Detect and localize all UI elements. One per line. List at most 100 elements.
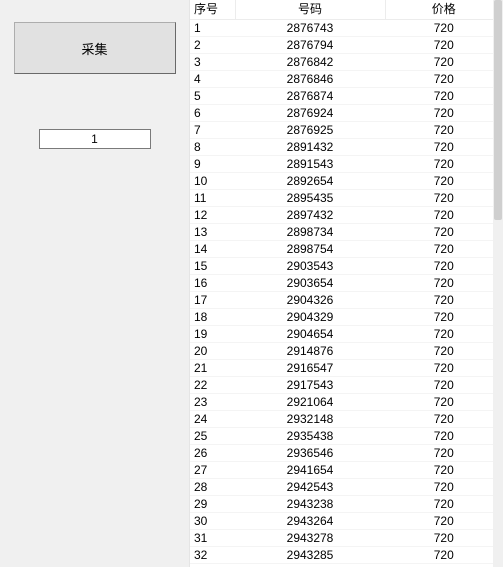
cell-price: 720 <box>385 326 503 343</box>
cell-number: 2895435 <box>235 190 385 207</box>
cell-number: 2946540 <box>235 564 385 567</box>
cell-number: 2892654 <box>235 173 385 190</box>
cell-price: 720 <box>385 462 503 479</box>
cell-number: 2876846 <box>235 71 385 88</box>
col-header-price[interactable]: 价格 <box>385 0 503 20</box>
table-row[interactable]: 202914876720 <box>190 343 503 360</box>
vertical-scrollbar[interactable] <box>493 0 503 567</box>
cell-number: 2904654 <box>235 326 385 343</box>
cell-index: 9 <box>190 156 235 173</box>
cell-number: 2876874 <box>235 88 385 105</box>
table-row[interactable]: 12876743720 <box>190 20 503 37</box>
cell-index: 29 <box>190 496 235 513</box>
table-row[interactable]: 62876924720 <box>190 105 503 122</box>
cell-index: 11 <box>190 190 235 207</box>
cell-price: 720 <box>385 564 503 567</box>
table-row[interactable]: 272941654720 <box>190 462 503 479</box>
table-row[interactable]: 112895435720 <box>190 190 503 207</box>
table-row[interactable]: 212916547720 <box>190 360 503 377</box>
cell-price: 720 <box>385 309 503 326</box>
cell-price: 720 <box>385 428 503 445</box>
cell-number: 2916547 <box>235 360 385 377</box>
cell-index: 30 <box>190 513 235 530</box>
right-panel: 序号 号码 价格 1287674372022876794720328768427… <box>190 0 503 567</box>
table-row[interactable]: 82891432720 <box>190 139 503 156</box>
cell-index: 6 <box>190 105 235 122</box>
cell-price: 720 <box>385 360 503 377</box>
scroll-thumb[interactable] <box>494 0 502 220</box>
table-row[interactable]: 142898754720 <box>190 241 503 258</box>
table-row[interactable]: 242932148720 <box>190 411 503 428</box>
cell-number: 2903654 <box>235 275 385 292</box>
cell-number: 2935438 <box>235 428 385 445</box>
cell-price: 720 <box>385 190 503 207</box>
cell-number: 2898754 <box>235 241 385 258</box>
table-row[interactable]: 282942543720 <box>190 479 503 496</box>
cell-number: 2904326 <box>235 292 385 309</box>
cell-price: 720 <box>385 71 503 88</box>
page-input[interactable] <box>39 129 151 149</box>
table-row[interactable]: 42876846720 <box>190 71 503 88</box>
cell-number: 2943285 <box>235 547 385 564</box>
cell-number: 2914876 <box>235 343 385 360</box>
table-row[interactable]: 52876874720 <box>190 88 503 105</box>
left-panel: 采集 <box>0 0 190 567</box>
col-header-number[interactable]: 号码 <box>235 0 385 20</box>
table-row[interactable]: 302943264720 <box>190 513 503 530</box>
cell-number: 2876842 <box>235 54 385 71</box>
cell-index: 27 <box>190 462 235 479</box>
cell-index: 5 <box>190 88 235 105</box>
col-header-index[interactable]: 序号 <box>190 0 235 20</box>
cell-price: 720 <box>385 343 503 360</box>
cell-index: 31 <box>190 530 235 547</box>
cell-number: 2876925 <box>235 122 385 139</box>
cell-index: 21 <box>190 360 235 377</box>
cell-index: 32 <box>190 547 235 564</box>
table-row[interactable]: 162903654720 <box>190 275 503 292</box>
table-row[interactable]: 122897432720 <box>190 207 503 224</box>
table-row[interactable]: 232921064720 <box>190 394 503 411</box>
cell-price: 720 <box>385 445 503 462</box>
cell-index: 19 <box>190 326 235 343</box>
table-row[interactable]: 132898734720 <box>190 224 503 241</box>
table-row[interactable]: 192904654720 <box>190 326 503 343</box>
cell-number: 2898734 <box>235 224 385 241</box>
table-row[interactable]: 72876925720 <box>190 122 503 139</box>
cell-index: 26 <box>190 445 235 462</box>
cell-number: 2876794 <box>235 37 385 54</box>
cell-price: 720 <box>385 547 503 564</box>
cell-number: 2943278 <box>235 530 385 547</box>
collect-button[interactable]: 采集 <box>14 22 176 74</box>
table-row[interactable]: 252935438720 <box>190 428 503 445</box>
collect-button-label: 采集 <box>81 39 107 58</box>
table-row[interactable]: 322943285720 <box>190 547 503 564</box>
cell-index: 4 <box>190 71 235 88</box>
table-row[interactable]: 312943278720 <box>190 530 503 547</box>
table-row[interactable]: 172904326720 <box>190 292 503 309</box>
cell-index: 16 <box>190 275 235 292</box>
cell-index: 14 <box>190 241 235 258</box>
cell-price: 720 <box>385 513 503 530</box>
table-row[interactable]: 152903543720 <box>190 258 503 275</box>
cell-price: 720 <box>385 156 503 173</box>
table-row[interactable]: 262936546720 <box>190 445 503 462</box>
table-row[interactable]: 332946540720 <box>190 564 503 567</box>
table-row[interactable]: 102892654720 <box>190 173 503 190</box>
table-row[interactable]: 292943238720 <box>190 496 503 513</box>
cell-index: 7 <box>190 122 235 139</box>
cell-index: 24 <box>190 411 235 428</box>
cell-index: 3 <box>190 54 235 71</box>
cell-price: 720 <box>385 496 503 513</box>
table-row[interactable]: 32876842720 <box>190 54 503 71</box>
cell-index: 8 <box>190 139 235 156</box>
cell-index: 20 <box>190 343 235 360</box>
table-row[interactable]: 182904329720 <box>190 309 503 326</box>
table-row[interactable]: 222917543720 <box>190 377 503 394</box>
table-row[interactable]: 22876794720 <box>190 37 503 54</box>
cell-index: 17 <box>190 292 235 309</box>
cell-index: 12 <box>190 207 235 224</box>
table-row[interactable]: 92891543720 <box>190 156 503 173</box>
cell-index: 23 <box>190 394 235 411</box>
cell-price: 720 <box>385 377 503 394</box>
cell-number: 2932148 <box>235 411 385 428</box>
